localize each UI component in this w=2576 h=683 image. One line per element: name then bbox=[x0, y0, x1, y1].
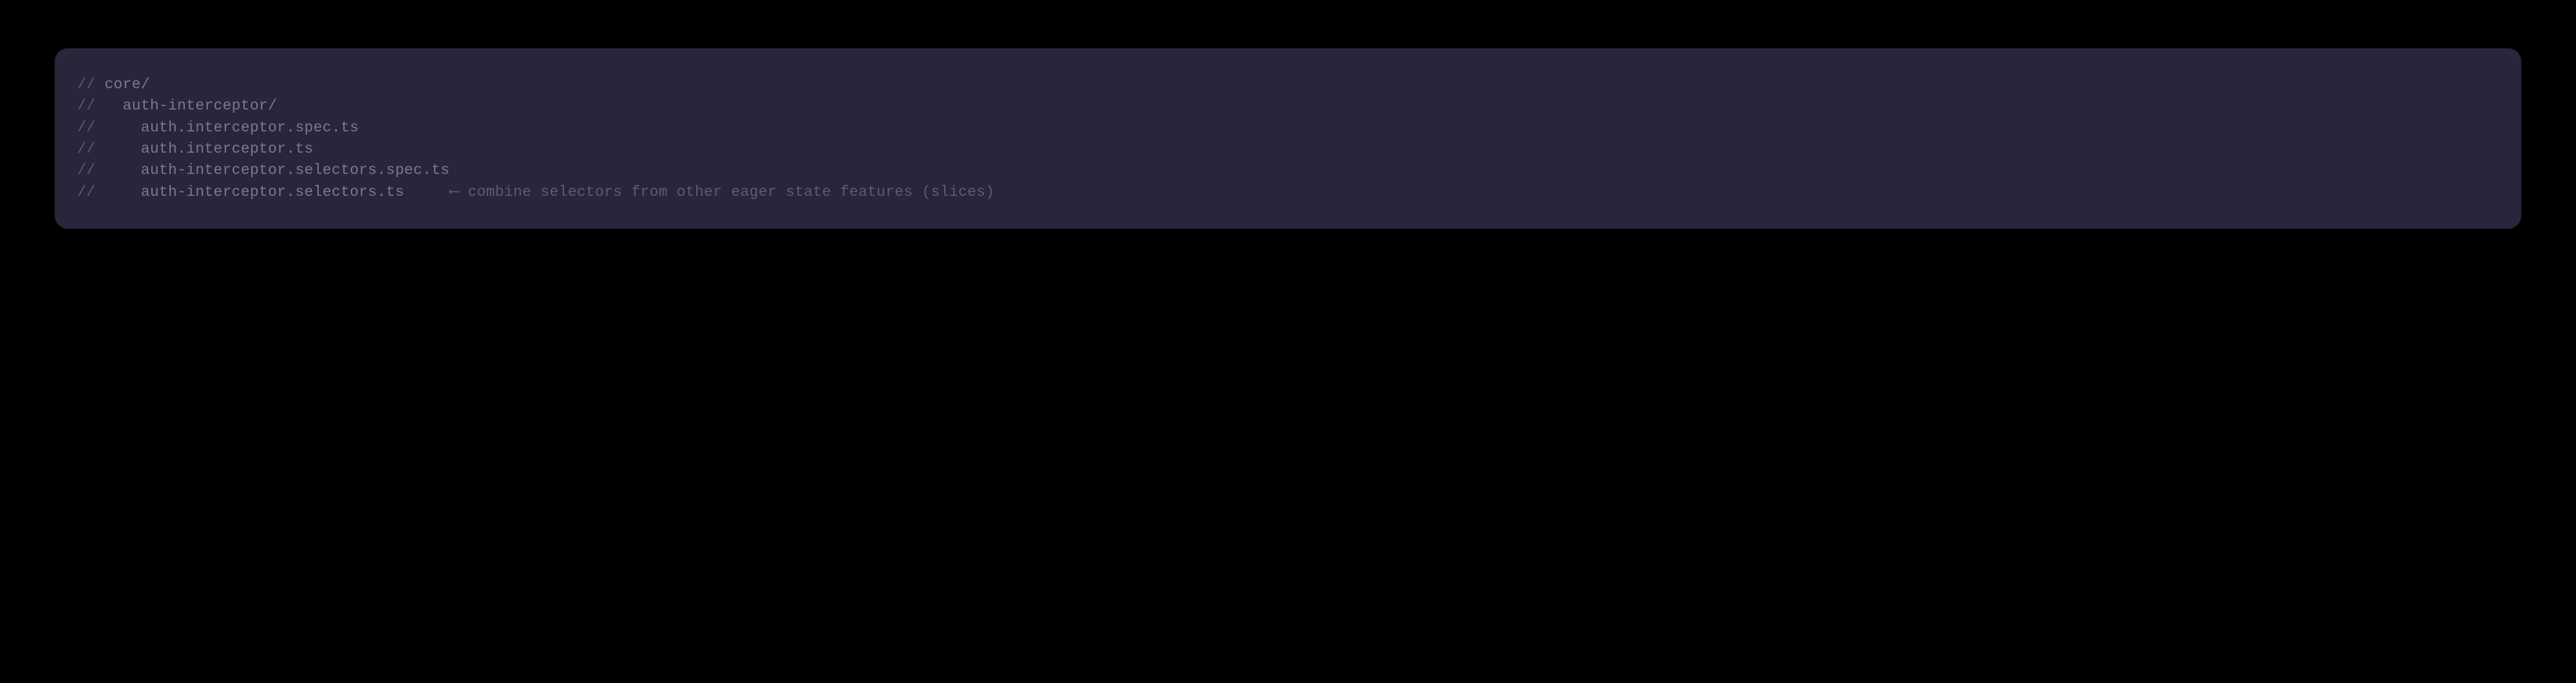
code-text: auth.interceptor.ts bbox=[141, 140, 314, 157]
comment-prefix: // bbox=[77, 162, 141, 178]
code-line: // core/ bbox=[77, 74, 2499, 95]
annotation-text: combine selectors from other eager state… bbox=[468, 184, 994, 200]
code-line: // auth-interceptor.selectors.ts ⟵ combi… bbox=[77, 182, 2499, 203]
code-block: // core/ // auth-interceptor/ // auth.in… bbox=[55, 48, 2521, 229]
code-text: auth.interceptor.spec.ts bbox=[141, 119, 359, 136]
code-text: core/ bbox=[104, 76, 150, 93]
comment-prefix: // bbox=[77, 140, 141, 157]
code-text: auth-interceptor.selectors.ts bbox=[141, 184, 404, 200]
comment-prefix: // bbox=[77, 97, 123, 114]
comment-prefix: // bbox=[77, 76, 104, 93]
code-line: // auth.interceptor.ts bbox=[77, 139, 2499, 160]
code-text: auth-interceptor/ bbox=[123, 97, 278, 114]
code-text: auth-interceptor.selectors.spec.ts bbox=[141, 162, 450, 178]
code-line: // auth-interceptor.selectors.spec.ts bbox=[77, 160, 2499, 181]
code-line: // auth.interceptor.spec.ts bbox=[77, 117, 2499, 139]
arrow-icon: ⟵ bbox=[404, 184, 468, 200]
comment-prefix: // bbox=[77, 184, 141, 200]
code-line: // auth-interceptor/ bbox=[77, 95, 2499, 117]
comment-prefix: // bbox=[77, 119, 141, 136]
